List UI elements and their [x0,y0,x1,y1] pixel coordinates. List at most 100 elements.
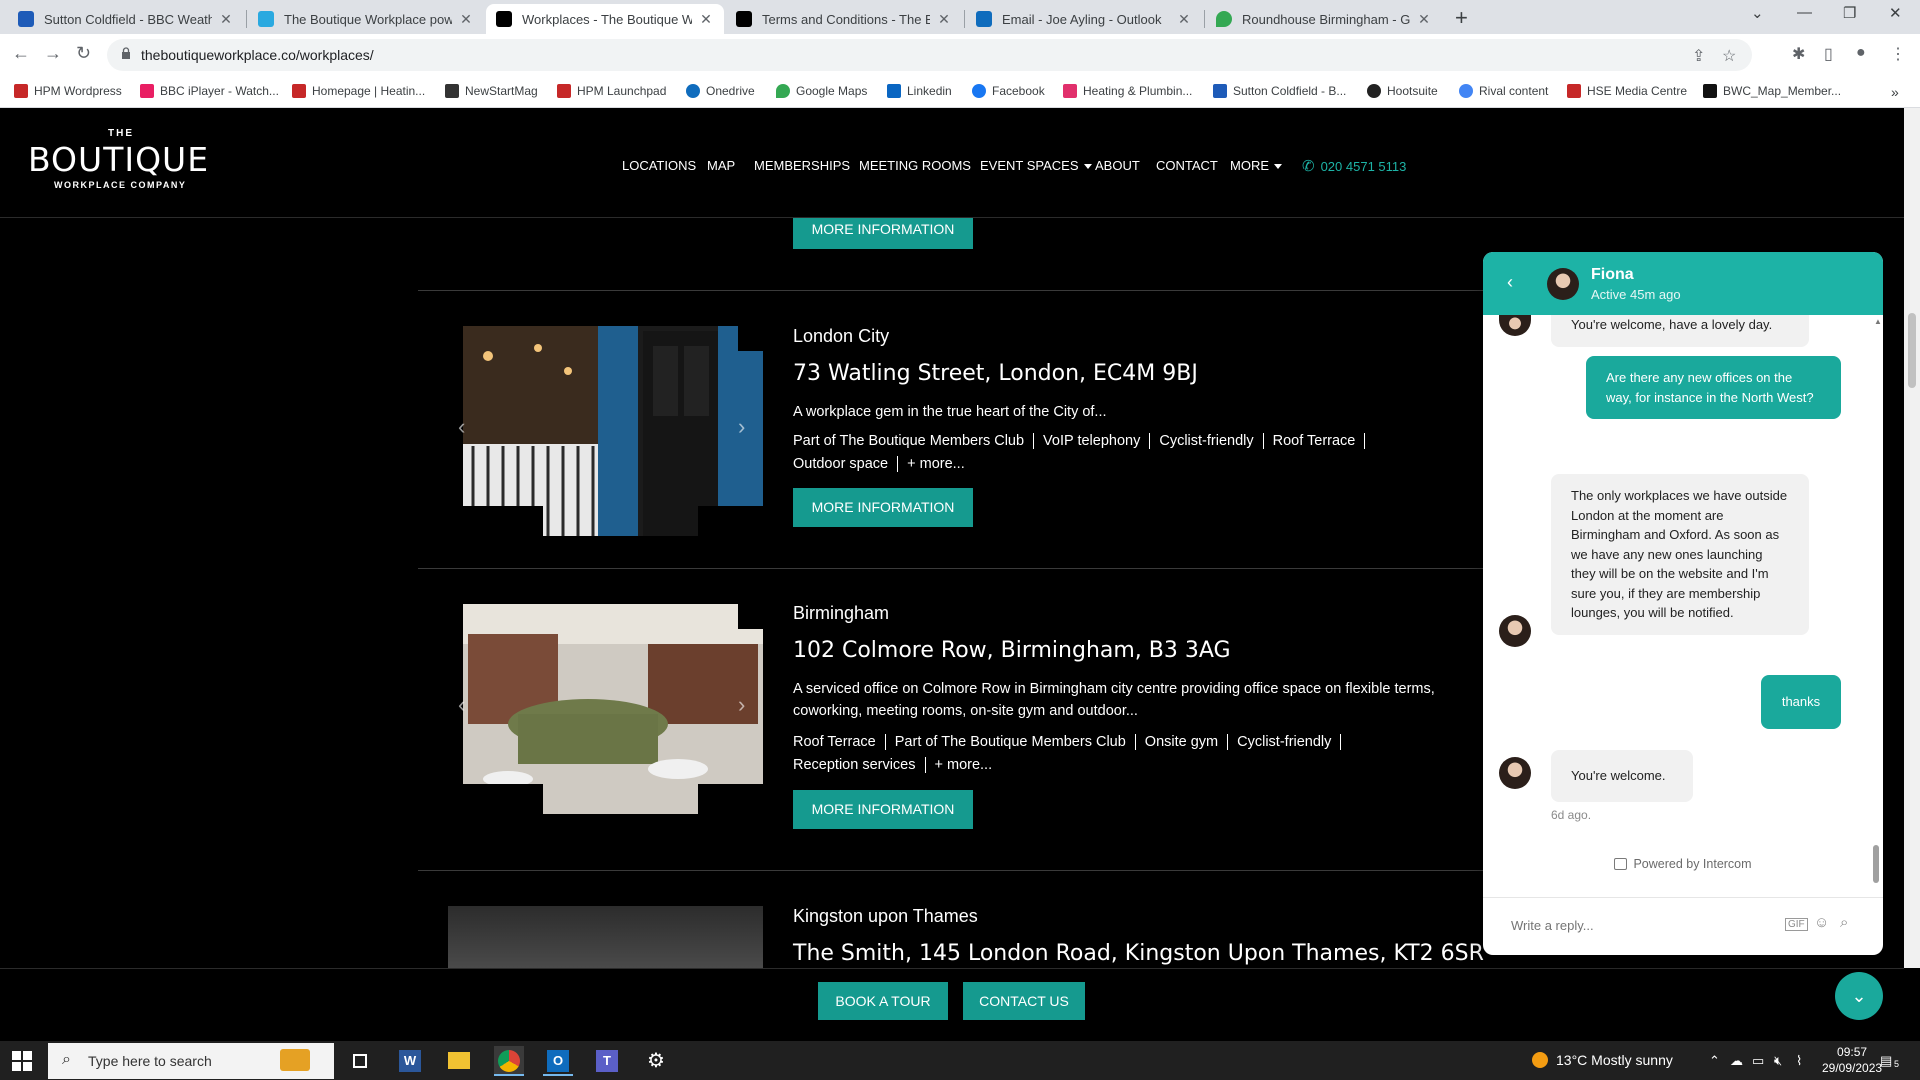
tab-boutique-powered[interactable]: The Boutique Workplace powere ✕ [248,4,484,34]
tab-bbc-weather[interactable]: Sutton Coldfield - BBC Weather ✕ [8,4,244,34]
carousel-prev-chevron-icon[interactable]: ‹ [458,692,465,718]
minimize-button[interactable]: — [1797,4,1812,21]
onedrive-tray-icon[interactable]: ☁ [1730,1053,1743,1069]
nav-locations[interactable]: LOCATIONS [622,158,696,173]
more-information-button[interactable]: MORE INFORMATION [793,488,973,527]
bookmarks-overflow-chevron-icon[interactable]: » [1891,84,1899,100]
bookmark-item[interactable]: BBC iPlayer - Watch... [140,84,279,98]
share-icon[interactable]: ⇪ [1692,46,1705,66]
phone-link[interactable]: ✆ 020 4571 5113 [1302,157,1406,175]
tab-terms[interactable]: Terms and Conditions - The Bou ✕ [726,4,962,34]
bookmark-item[interactable]: Hootsuite [1367,84,1438,98]
location-address[interactable]: 102 Colmore Row, Birmingham, B3 3AG [793,638,1231,663]
new-tab-button[interactable]: + [1455,5,1468,31]
tab-workplaces-active[interactable]: Workplaces - The Boutique Wor ✕ [486,4,724,34]
reload-icon[interactable]: ↻ [76,43,91,64]
carousel-next-chevron-icon[interactable]: › [738,692,745,718]
more-amenities-link[interactable]: + more... [935,757,993,773]
close-tab-icon[interactable]: ✕ [936,11,952,28]
birmingham-photo[interactable]: ‹ › [448,604,763,814]
battery-icon[interactable]: ▭ [1752,1053,1764,1069]
profile-avatar-icon[interactable]: ● [1856,44,1866,62]
side-panel-icon[interactable]: ▯ [1824,44,1833,64]
nav-contact[interactable]: CONTACT [1156,158,1218,173]
settings-gear-icon[interactable]: ⚙ [641,1046,671,1076]
close-window-button[interactable]: ✕ [1889,4,1902,22]
emoji-icon[interactable]: ☺ [1814,914,1829,931]
attachment-paperclip-icon[interactable]: ⌕ [1840,914,1848,931]
taskbar-search-box[interactable]: ⌕ Type here to search [48,1043,334,1079]
close-tab-icon[interactable]: ✕ [698,11,714,28]
location-address[interactable]: 73 Watling Street, London, EC4M 9BJ [793,361,1198,386]
chrome-app-icon[interactable] [494,1046,524,1076]
more-information-button[interactable]: MORE INFORMATION [793,790,973,829]
close-tab-icon[interactable]: ✕ [1416,11,1432,28]
bookmark-item[interactable]: Linkedin [887,84,952,98]
location-address[interactable]: The Smith, 145 London Road, Kingston Upo… [793,941,1484,966]
kingston-photo[interactable] [448,906,763,968]
nav-map[interactable]: MAP [707,158,735,173]
location-city: Kingston upon Thames [793,906,978,926]
more-amenities-link[interactable]: + more... [907,456,965,472]
scroll-up-arrow-icon[interactable]: ▲ [1874,317,1882,326]
weather-widget[interactable]: 13°C Mostly sunny [1532,1052,1673,1068]
reply-input[interactable] [1511,918,1771,933]
close-tab-icon[interactable]: ✕ [458,11,474,28]
bookmark-item[interactable]: Homepage | Heatin... [292,84,425,98]
tab-search-chevron-icon[interactable]: ⌄ [1751,4,1764,22]
book-a-tour-button[interactable]: BOOK A TOUR [818,982,948,1020]
outlook-app-icon[interactable]: O [543,1046,573,1076]
bookmark-item[interactable]: HPM Wordpress [14,84,122,98]
bookmark-item[interactable]: NewStartMag [445,84,538,98]
bookmark-item[interactable]: Facebook [972,84,1045,98]
volume-icon[interactable]: 🔇︎ [1774,1053,1782,1069]
star-bookmark-icon[interactable]: ☆ [1722,46,1736,66]
bookmark-item[interactable]: Google Maps [776,84,867,98]
bookmark-item[interactable]: Heating & Plumbin... [1063,84,1192,98]
bookmark-item[interactable]: Rival content [1459,84,1548,98]
word-app-icon[interactable]: W [395,1046,425,1076]
chat-scrollbar[interactable]: ▲ [1871,315,1882,892]
notification-center-icon[interactable]: ▤ [1880,1053,1892,1069]
task-view-icon[interactable] [345,1046,375,1076]
nav-memberships[interactable]: MEMBERSHIPS [754,158,850,173]
page-scrollbar[interactable] [1904,108,1920,968]
back-chevron-icon[interactable]: ‹ [1507,272,1513,293]
bookmark-item[interactable]: HPM Launchpad [557,84,666,98]
file-explorer-icon[interactable] [444,1046,474,1076]
kebab-menu-icon[interactable]: ⋮ [1890,44,1906,64]
close-tab-icon[interactable]: ✕ [1176,11,1192,28]
scrollbar-thumb[interactable] [1908,313,1916,388]
nav-more[interactable]: MORE [1230,158,1282,173]
tab-google-maps[interactable]: Roundhouse Birmingham - Goo ✕ [1206,4,1442,34]
maximize-button[interactable]: ❐ [1843,4,1856,22]
windows-start-icon[interactable] [12,1051,32,1071]
nav-event-spaces[interactable]: EVENT SPACES [980,158,1092,173]
system-clock[interactable]: 09:57 29/09/2023 [1822,1044,1882,1076]
bookmark-item[interactable]: Sutton Coldfield - B... [1213,84,1346,98]
powered-by-intercom[interactable]: Powered by Intercom [1483,857,1883,871]
carousel-prev-chevron-icon[interactable]: ‹ [458,414,465,440]
extensions-puzzle-icon[interactable]: ✱ [1792,44,1805,64]
tray-overflow-chevron-icon[interactable]: ⌃ [1709,1053,1720,1069]
network-icon[interactable]: ⌇ [1796,1053,1802,1069]
back-arrow-icon[interactable]: ← [12,43,30,64]
carousel-next-chevron-icon[interactable]: › [738,414,745,440]
teams-app-icon[interactable]: T [592,1046,622,1076]
gif-icon[interactable]: GIF [1785,918,1808,931]
nav-meeting-rooms[interactable]: MEETING ROOMS [859,158,971,173]
hpm-favicon-icon [14,84,28,98]
nav-about[interactable]: ABOUT [1095,158,1140,173]
forward-arrow-icon[interactable]: → [44,43,62,64]
close-tab-icon[interactable]: ✕ [218,11,234,28]
bookmark-item[interactable]: Onedrive [686,84,755,98]
bookmark-item[interactable]: BWC_Map_Member... [1703,84,1841,98]
contact-us-button[interactable]: CONTACT US [963,982,1085,1020]
chat-scroll-thumb[interactable] [1873,845,1879,883]
london-city-photo[interactable]: ‹ › [448,326,763,536]
bookmark-item[interactable]: HSE Media Centre [1567,84,1687,98]
address-bar[interactable]: theboutiqueworkplace.co/workplaces/ ☆ ⇪ [107,39,1752,71]
logo-wordmark[interactable]: BOUTIQUE [28,140,209,179]
chat-launcher-close-chevron-icon[interactable]: ⌄ [1835,972,1883,1020]
tab-outlook[interactable]: Email - Joe Ayling - Outlook ✕ [966,4,1202,34]
